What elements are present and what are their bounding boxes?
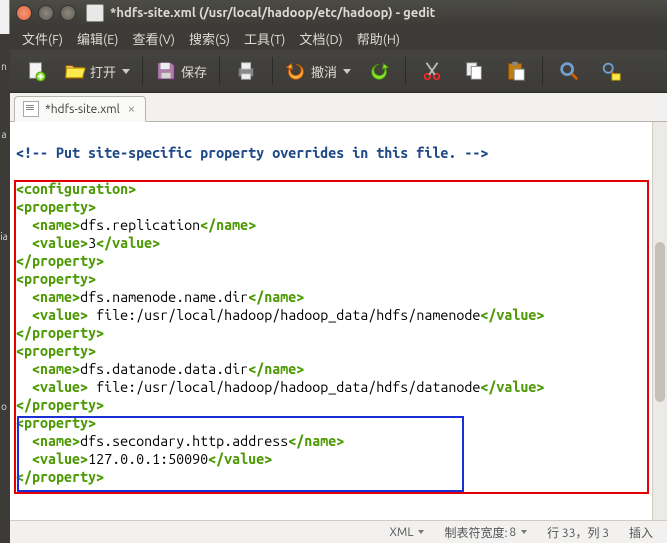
undo-icon xyxy=(285,60,307,82)
search-icon xyxy=(558,60,580,82)
redo-button[interactable] xyxy=(361,56,397,86)
menu-file[interactable]: 文件(F) xyxy=(16,27,69,50)
new-doc-button[interactable] xyxy=(18,56,54,86)
menu-edit[interactable]: 编辑(E) xyxy=(71,27,124,50)
language-label: XML xyxy=(390,526,414,539)
menu-search[interactable]: 搜索(S) xyxy=(183,27,236,50)
print-icon xyxy=(235,60,257,82)
editor-content[interactable]: <!-- Put site-specific property override… xyxy=(10,122,667,490)
maximize-button[interactable] xyxy=(60,5,76,21)
open-label: 打开 xyxy=(90,62,116,81)
toolbar-separator xyxy=(219,57,220,85)
cut-button[interactable] xyxy=(414,56,450,86)
language-selector[interactable]: XML xyxy=(384,526,431,539)
menu-tools[interactable]: 工具(T) xyxy=(238,27,291,50)
minimize-button[interactable] xyxy=(38,5,54,21)
toolbar-separator xyxy=(542,57,543,85)
save-label: 保存 xyxy=(181,62,207,81)
scrollbar-thumb[interactable] xyxy=(655,242,665,402)
save-button[interactable]: 保存 xyxy=(151,56,211,86)
scissors-icon xyxy=(421,60,443,82)
toolbar-separator xyxy=(405,57,406,85)
tabwidth-label: 制表符宽度: xyxy=(444,524,507,541)
toolbar-separator xyxy=(142,57,143,85)
vertical-scrollbar[interactable] xyxy=(652,122,667,520)
folder-open-icon xyxy=(64,60,86,82)
chevron-down-icon xyxy=(521,530,527,534)
tabwidth-selector[interactable]: 制表符宽度: 8 xyxy=(438,524,533,541)
chevron-down-icon xyxy=(418,530,424,534)
new-doc-icon xyxy=(25,60,47,82)
tab-label: *hdfs-site.xml xyxy=(45,103,120,116)
chevron-down-icon[interactable] xyxy=(343,69,351,74)
undo-button[interactable]: 撤消 xyxy=(281,56,355,86)
undo-label: 撤消 xyxy=(311,62,337,81)
tabwidth-value: 8 xyxy=(509,526,516,539)
menu-help[interactable]: 帮助(H) xyxy=(351,27,406,50)
paste-button[interactable] xyxy=(498,56,534,86)
paste-icon xyxy=(505,60,527,82)
gedit-window: *hdfs-site.xml (/usr/local/hadoop/etc/ha… xyxy=(10,0,667,543)
toolbar-separator xyxy=(272,57,273,85)
print-button[interactable] xyxy=(228,56,264,86)
replace-button[interactable] xyxy=(593,56,629,86)
close-button[interactable] xyxy=(16,5,32,21)
insert-mode[interactable]: 插入 xyxy=(623,524,659,541)
titlebar[interactable]: *hdfs-site.xml (/usr/local/hadoop/etc/ha… xyxy=(10,0,667,26)
cursor-position: 行 33，列 3 xyxy=(541,524,615,541)
replace-icon xyxy=(600,60,622,82)
menu-documents[interactable]: 文档(D) xyxy=(293,27,348,50)
toolbar: 打开 保存 撤消 xyxy=(10,50,667,93)
editor-area[interactable]: <!-- Put site-specific property override… xyxy=(10,122,667,520)
tabbar: *hdfs-site.xml × xyxy=(10,93,667,122)
tab-hdfs-site[interactable]: *hdfs-site.xml × xyxy=(14,96,146,122)
unity-launcher-glimpse: naiao xyxy=(0,50,8,424)
copy-button[interactable] xyxy=(456,56,492,86)
find-button[interactable] xyxy=(551,56,587,86)
menubar: 文件(F) 编辑(E) 查看(V) 搜索(S) 工具(T) 文档(D) 帮助(H… xyxy=(10,26,667,50)
file-icon xyxy=(23,101,39,117)
window-title: *hdfs-site.xml (/usr/local/hadoop/etc/ha… xyxy=(110,6,435,20)
redo-icon xyxy=(368,60,390,82)
chevron-down-icon[interactable] xyxy=(122,69,130,74)
copy-icon xyxy=(463,60,485,82)
menu-view[interactable]: 查看(V) xyxy=(127,27,181,50)
open-button[interactable]: 打开 xyxy=(60,56,134,86)
app-icon xyxy=(86,4,104,22)
close-tab-button[interactable]: × xyxy=(126,102,137,116)
statusbar: XML 制表符宽度: 8 行 33，列 3 插入 xyxy=(10,520,667,543)
save-icon xyxy=(155,60,177,82)
